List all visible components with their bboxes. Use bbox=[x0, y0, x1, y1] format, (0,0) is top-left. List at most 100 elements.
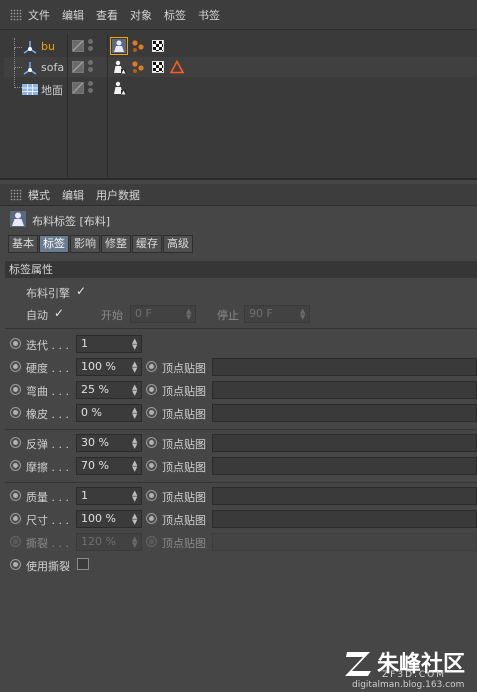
object-name-bu[interactable]: bu bbox=[41, 40, 55, 53]
editor-render-dots-icon[interactable] bbox=[88, 81, 94, 95]
layer-visibility-icon[interactable] bbox=[72, 40, 84, 52]
spinner-arrows-icon[interactable]: ▲ ▼ bbox=[132, 338, 138, 351]
panel-grip-icon[interactable] bbox=[10, 8, 22, 21]
cloth-tag-icon bbox=[10, 211, 26, 227]
mass-vertex-map-field[interactable] bbox=[212, 487, 477, 505]
animate-param-icon[interactable] bbox=[146, 490, 157, 501]
size-value: 100 % bbox=[81, 512, 116, 525]
tree-line bbox=[14, 38, 22, 48]
editor-render-dots-icon[interactable] bbox=[88, 39, 94, 53]
stop-field[interactable]: 90 F ▲ ▼ bbox=[244, 305, 310, 323]
layer-visibility-icon[interactable] bbox=[72, 82, 84, 94]
use-tear-checkbox[interactable] bbox=[77, 558, 89, 570]
panel-grip-icon[interactable] bbox=[10, 188, 22, 201]
menu-edit[interactable]: 编辑 bbox=[62, 187, 84, 203]
start-field[interactable]: 0 F ▲ ▼ bbox=[130, 305, 196, 323]
menu-tags[interactable]: 标签 bbox=[164, 7, 186, 23]
mass-value: 1 bbox=[81, 489, 88, 502]
spinner-arrows-icon[interactable]: ▲ ▼ bbox=[132, 490, 138, 503]
spinner-arrows-icon[interactable]: ▲ ▼ bbox=[186, 308, 192, 321]
spinner-arrows-icon[interactable]: ▲ ▼ bbox=[132, 437, 138, 450]
friction-field[interactable]: 70 % ▲ ▼ bbox=[76, 457, 142, 475]
menu-user-data[interactable]: 用户数据 bbox=[96, 187, 140, 203]
stiffness-field[interactable]: 100 % ▲ ▼ bbox=[76, 358, 142, 376]
animate-param-icon[interactable] bbox=[10, 559, 21, 570]
spinner-arrows-icon[interactable]: ▲ ▼ bbox=[300, 308, 306, 321]
tear-field: 120 % ▲ ▼ bbox=[76, 533, 142, 551]
friction-value: 70 % bbox=[81, 459, 109, 472]
tab-advanced[interactable]: 高级 bbox=[163, 235, 193, 253]
cloth-engine-checkbox[interactable]: ✓ bbox=[76, 284, 86, 298]
bend-vertex-map-field[interactable] bbox=[212, 381, 477, 399]
size-field[interactable]: 100 % ▲ ▼ bbox=[76, 510, 142, 528]
animate-param-icon[interactable] bbox=[146, 407, 157, 418]
iterations-field[interactable]: 1 ▲ ▼ bbox=[76, 335, 142, 353]
menu-edit[interactable]: 编辑 bbox=[62, 7, 84, 23]
tab-cache[interactable]: 缓存 bbox=[132, 235, 162, 253]
material-tag-icon[interactable] bbox=[131, 60, 145, 74]
spinner-arrows-icon[interactable]: ▲ ▼ bbox=[132, 384, 138, 397]
bounce-field[interactable]: 30 % ▲ ▼ bbox=[76, 434, 142, 452]
layer-visibility-icon[interactable] bbox=[72, 61, 84, 73]
size-vertex-map-field[interactable] bbox=[212, 510, 477, 528]
spinner-arrows-icon[interactable]: ▲ ▼ bbox=[132, 407, 138, 420]
auto-label: 自动 bbox=[26, 309, 48, 322]
material-tag-icon[interactable] bbox=[131, 39, 145, 53]
separator bbox=[5, 429, 477, 430]
stop-value: 90 F bbox=[249, 307, 273, 320]
rubber-label: 橡皮 . . . bbox=[26, 408, 69, 421]
iterations-value: 1 bbox=[81, 337, 88, 350]
animate-param-icon[interactable] bbox=[10, 437, 21, 448]
auto-checkbox[interactable]: ✓ bbox=[54, 306, 64, 320]
animate-param-icon[interactable] bbox=[10, 361, 21, 372]
spinner-arrows-icon[interactable]: ▲ ▼ bbox=[132, 513, 138, 526]
bounce-vertex-map-field[interactable] bbox=[212, 434, 477, 452]
watermark-url: digitalman.blog.163.com bbox=[352, 680, 465, 690]
tab-dresser[interactable]: 修整 bbox=[101, 235, 131, 253]
separator bbox=[5, 328, 477, 329]
iterations-label: 迭代 . . . bbox=[26, 339, 69, 352]
tab-influence[interactable]: 影响 bbox=[70, 235, 100, 253]
animate-param-icon[interactable] bbox=[146, 384, 157, 395]
animate-param-icon[interactable] bbox=[10, 384, 21, 395]
section-header: 标签属性 bbox=[5, 261, 477, 278]
menu-file[interactable]: 文件 bbox=[28, 7, 50, 23]
tab-tag[interactable]: 标签 bbox=[39, 235, 69, 253]
animate-param-icon[interactable] bbox=[146, 460, 157, 471]
tear-label: 撕裂 . . . bbox=[26, 537, 69, 550]
object-name-sofa[interactable]: sofa bbox=[41, 61, 64, 74]
menu-mode[interactable]: 模式 bbox=[28, 187, 50, 203]
menu-objects[interactable]: 对象 bbox=[130, 7, 152, 23]
animate-param-icon[interactable] bbox=[146, 437, 157, 448]
friction-vertex-map-field[interactable] bbox=[212, 457, 477, 475]
animate-param-icon[interactable] bbox=[10, 460, 21, 471]
mass-field[interactable]: 1 ▲ ▼ bbox=[76, 487, 142, 505]
vertex-map-label: 顶点贴图 bbox=[162, 362, 206, 375]
tab-basic[interactable]: 基本 bbox=[8, 235, 38, 253]
cloth-tag-icon[interactable] bbox=[110, 37, 128, 55]
editor-render-dots-icon[interactable] bbox=[88, 60, 94, 74]
rubber-vertex-map-field[interactable] bbox=[212, 404, 477, 422]
stiffness-vertex-map-field[interactable] bbox=[212, 358, 477, 376]
animate-param-icon[interactable] bbox=[146, 513, 157, 524]
spinner-arrows-icon[interactable]: ▲ ▼ bbox=[132, 361, 138, 374]
animate-param-icon[interactable] bbox=[10, 338, 21, 349]
texture-tag-icon[interactable] bbox=[152, 61, 164, 73]
rubber-field[interactable]: 0 % ▲ ▼ bbox=[76, 404, 142, 422]
menu-view[interactable]: 查看 bbox=[96, 7, 118, 23]
animate-param-icon[interactable] bbox=[10, 407, 21, 418]
menu-bookmarks[interactable]: 书签 bbox=[198, 7, 220, 23]
warning-icon[interactable] bbox=[170, 60, 184, 74]
animate-param-icon[interactable] bbox=[146, 361, 157, 372]
animate-param-icon[interactable] bbox=[10, 490, 21, 501]
animate-param-icon[interactable] bbox=[10, 513, 21, 524]
collider-tag-icon[interactable] bbox=[112, 60, 126, 74]
object-name-ground[interactable]: 地面 bbox=[41, 82, 63, 98]
bounce-value: 30 % bbox=[81, 436, 109, 449]
texture-tag-icon[interactable] bbox=[152, 40, 164, 52]
tree-line bbox=[14, 48, 22, 68]
spinner-arrows-icon[interactable]: ▲ ▼ bbox=[132, 460, 138, 473]
attribute-title: 布料标签 [布料] bbox=[32, 215, 111, 228]
bend-field[interactable]: 25 % ▲ ▼ bbox=[76, 381, 142, 399]
collider-tag-icon[interactable] bbox=[112, 81, 126, 95]
